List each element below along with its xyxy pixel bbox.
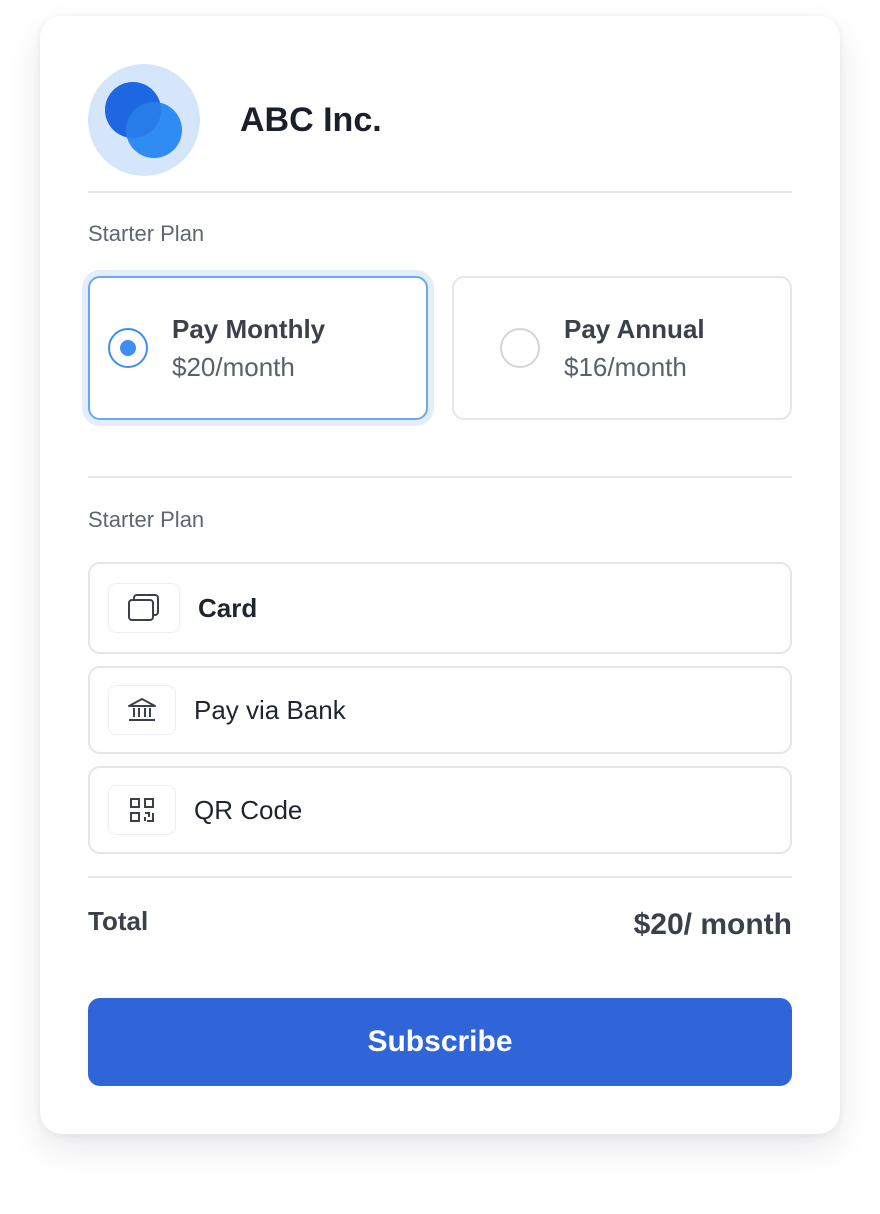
overlapping-circles-logo-icon <box>105 82 182 158</box>
payment-method-bank[interactable]: Pay via Bank <box>88 666 792 754</box>
plan-name-monthly: Pay Monthly <box>172 314 326 344</box>
summary-divider <box>88 876 792 878</box>
payment-method-label-card: Card <box>198 592 258 623</box>
payment-method-card[interactable]: Card <box>88 562 792 654</box>
total-value: $20/ month <box>633 908 792 941</box>
card-icon <box>108 583 180 633</box>
radio-annual[interactable] <box>500 328 540 368</box>
payment-method-qr[interactable]: QR Code <box>88 766 792 854</box>
plan-price-annual: $16/month <box>564 352 687 382</box>
company-name: ABC Inc. <box>240 100 382 139</box>
plan-price-monthly: $20/month <box>172 352 295 382</box>
plan-option-annual[interactable]: Pay Annual $16/month <box>452 276 792 420</box>
payment-method-label-qr: QR Code <box>194 794 303 825</box>
payment-section-label: Starter Plan <box>88 507 205 532</box>
company-header: ABC Inc. <box>88 64 382 176</box>
billing-section-label: Starter Plan <box>88 221 205 246</box>
plan-option-monthly[interactable]: Pay Monthly $20/month <box>88 276 428 420</box>
radio-monthly[interactable] <box>108 328 148 368</box>
company-logo <box>88 64 200 176</box>
header-divider <box>88 191 792 193</box>
subscription-card: ABC Inc. Starter Plan Pay Monthly $20/mo… <box>40 16 840 1134</box>
plan-divider <box>88 476 792 478</box>
qr-code-icon <box>108 785 176 835</box>
bank-icon <box>108 685 176 735</box>
subscribe-button[interactable]: Subscribe <box>88 998 792 1086</box>
total-label: Total <box>88 906 149 936</box>
payment-method-label-bank: Pay via Bank <box>194 694 346 725</box>
plan-name-annual: Pay Annual <box>564 314 705 344</box>
